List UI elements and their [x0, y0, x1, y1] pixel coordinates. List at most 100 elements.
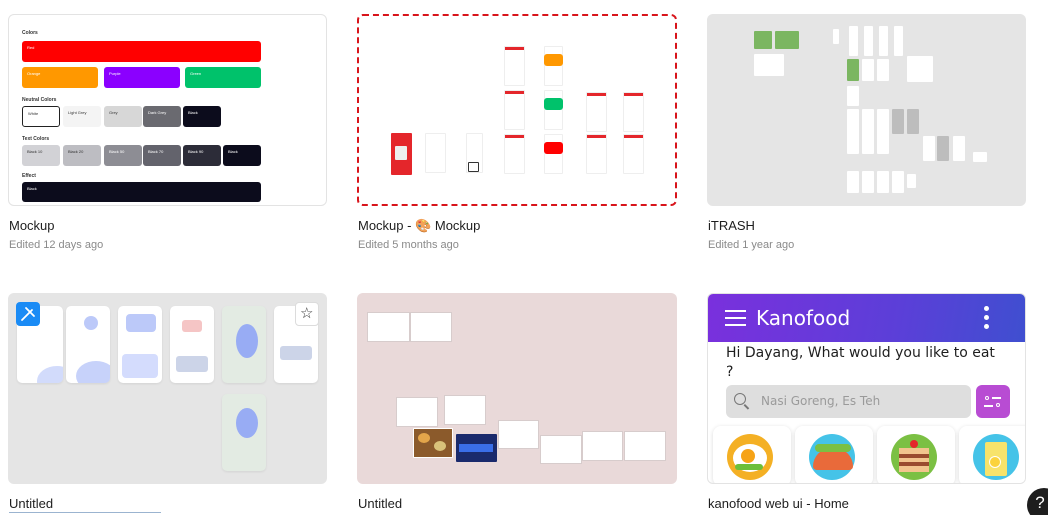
more-vertical-icon — [984, 306, 989, 330]
mockup-frame — [544, 98, 563, 110]
app-screen-frame — [118, 306, 162, 383]
mockup-frame — [395, 146, 407, 160]
design-frame — [847, 86, 859, 106]
file-edited-time: Edited 1 year ago — [708, 239, 795, 251]
mockup-frame — [544, 142, 563, 154]
design-frame — [892, 109, 904, 134]
mockup-frame — [504, 90, 525, 130]
frame-box — [540, 435, 582, 464]
file-title[interactable]: Mockup — [9, 218, 55, 233]
swatch-black-70: Black 70 — [143, 145, 181, 166]
mockup-frame — [544, 90, 563, 130]
design-frame — [877, 109, 889, 154]
design-frame — [847, 59, 859, 81]
design-frame — [953, 136, 965, 161]
frame-box — [396, 397, 438, 427]
swatch-grey: Grey — [104, 106, 142, 127]
file-thumbnail[interactable] — [357, 293, 677, 484]
swatch-dark-grey: Dark Grey — [143, 106, 181, 127]
mockup-frame — [623, 134, 644, 174]
mockup-frame — [586, 92, 607, 132]
swatch-red: Red — [22, 41, 261, 62]
search-icon — [734, 393, 750, 410]
kanofood-app-name: Kanofood — [756, 306, 851, 330]
file-title[interactable]: Mockup - 🎨 Mockup — [358, 218, 480, 234]
design-frame — [754, 31, 772, 49]
category-lemonade-icon — [959, 426, 1025, 483]
divider — [9, 512, 161, 513]
swatch-black-text: Black — [223, 145, 261, 166]
swatch-black-50: Black 50 — [104, 145, 142, 166]
design-frame — [862, 109, 874, 154]
frame-box — [582, 431, 623, 461]
frame-box — [367, 312, 410, 342]
section-label-text: Text Colors — [22, 136, 50, 142]
file-thumbnail[interactable] — [357, 14, 677, 206]
swatch-black-20: Black 20 — [63, 145, 101, 166]
mockup-frame — [544, 134, 563, 174]
kanofood-search-input: Nasi Goreng, Es Teh — [726, 385, 971, 418]
mockup-frame — [504, 134, 525, 174]
section-label-effect: Effect — [22, 173, 36, 179]
swatch-black: Black — [183, 106, 221, 127]
swatch-green: Green — [185, 67, 261, 88]
frame-box — [410, 312, 452, 342]
mockup-frame — [544, 46, 563, 86]
kanofood-greeting: Hi Dayang, What would you like to eat ? — [726, 345, 995, 380]
design-frame — [907, 109, 919, 134]
swatch-effect-black: Black — [22, 182, 261, 202]
design-frame — [894, 26, 903, 56]
frame-box — [444, 395, 486, 425]
design-frame — [862, 59, 874, 81]
design-frame — [862, 171, 874, 193]
kanofood-header: Kanofood — [708, 294, 1025, 342]
swatch-white: White — [22, 106, 60, 127]
help-button[interactable]: ? — [1027, 488, 1048, 515]
swatch-purple: Purple — [104, 67, 180, 88]
file-edited-time: Edited 12 days ago — [9, 239, 104, 251]
design-frame — [754, 54, 784, 76]
file-thumbnail[interactable]: Colors Red Orange Purple Green Neutral C… — [8, 14, 327, 206]
design-frame — [937, 136, 949, 161]
section-label-colors: Colors — [22, 30, 38, 36]
design-frame — [877, 171, 889, 193]
file-title[interactable]: Untitled — [358, 496, 402, 511]
file-title[interactable]: kanofood web ui - Home — [708, 496, 849, 511]
design-frame — [907, 56, 933, 82]
app-screen-frame — [170, 306, 214, 383]
design-frame — [775, 31, 799, 49]
category-cake-icon — [877, 426, 955, 483]
mockup-frame — [544, 54, 563, 66]
design-frame — [892, 171, 904, 193]
mockup-frame — [425, 133, 446, 173]
food-image-frame — [413, 428, 453, 458]
file-title[interactable]: Untitled — [9, 496, 53, 511]
design-frame — [973, 152, 987, 162]
file-thumbnail[interactable] — [707, 14, 1026, 206]
swatch-black-10: Black 10 — [22, 145, 60, 166]
file-thumbnail[interactable]: Kanofood Hi Dayang, What would you like … — [707, 293, 1026, 484]
design-frame — [833, 29, 839, 44]
frame-box — [498, 420, 539, 449]
category-egg-icon — [713, 426, 791, 483]
frame-box — [624, 431, 666, 461]
file-thumbnail[interactable] — [8, 293, 327, 484]
mockup-frame — [586, 134, 607, 174]
swatch-light-grey: Light Grey — [63, 106, 101, 127]
design-frame — [879, 26, 888, 56]
app-screen-frame — [222, 394, 266, 471]
section-label-neutral: Neutral Colors — [22, 97, 57, 103]
app-screen-frame — [66, 306, 110, 383]
star-icon[interactable]: ☆ — [295, 302, 319, 326]
mockup-frame — [623, 92, 644, 132]
design-frame — [907, 174, 916, 188]
design-frame — [847, 171, 859, 193]
file-title[interactable]: iTRASH — [708, 218, 755, 233]
file-edited-time: Edited 5 months ago — [358, 239, 459, 251]
pin-icon[interactable] — [16, 302, 40, 326]
swatch-orange: Orange — [22, 67, 98, 88]
design-frame — [847, 109, 859, 154]
design-frame — [864, 26, 873, 56]
dashboard-image-frame — [456, 434, 497, 462]
filter-settings-icon — [976, 385, 1010, 418]
